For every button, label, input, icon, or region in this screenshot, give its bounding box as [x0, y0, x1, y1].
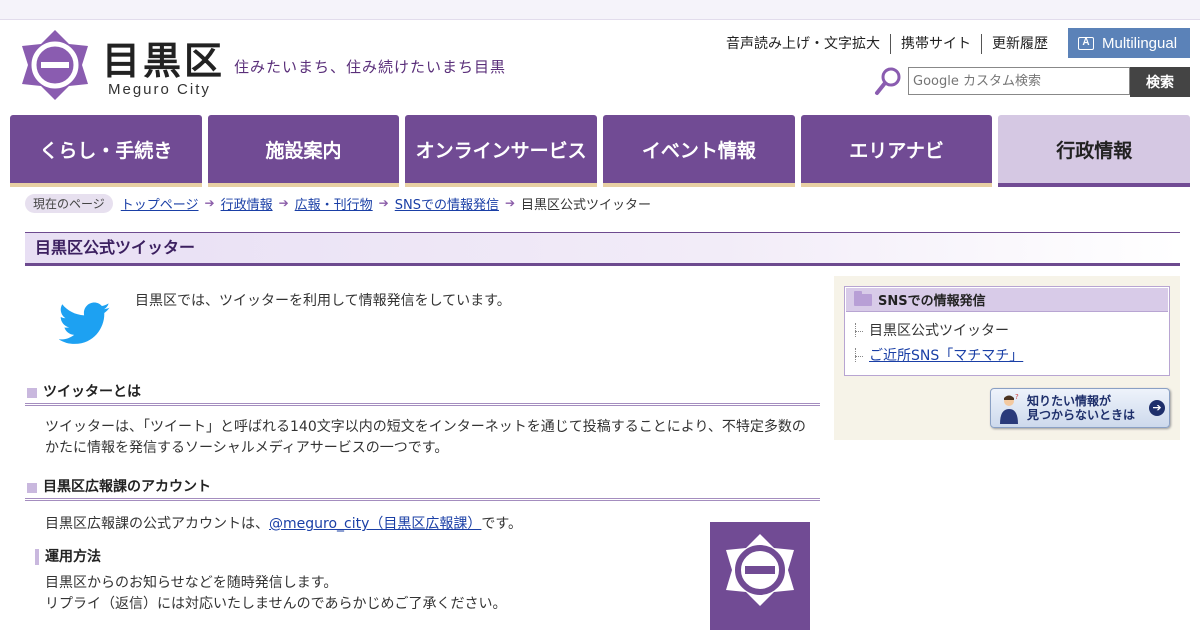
logo-text[interactable]: 目黒区: [102, 40, 225, 82]
search-button[interactable]: 検索: [1130, 67, 1190, 97]
main-content: 目黒区では、ツイッターを利用して情報発信をしています。 ツイッターとは ツイッタ…: [25, 276, 820, 630]
arrow-right-icon: ➔: [504, 196, 516, 210]
arrow-right-icon: ➔: [204, 196, 215, 210]
help-line: 見つからないときは: [1027, 408, 1136, 422]
nav-item-facilities[interactable]: 施設案内: [207, 115, 400, 187]
tagline: 住みたいまち、住み続けたいまち目黒: [234, 58, 507, 76]
breadcrumb-here-label: 現在のページ: [25, 193, 113, 213]
search-input[interactable]: [908, 67, 1130, 95]
help-button-text: 知りたい情報が 見つからないときは: [1027, 394, 1147, 422]
top-bar: [0, 0, 1200, 20]
util-link-mobile[interactable]: 携帯サイト: [890, 34, 981, 54]
nav-item-administration[interactable]: 行政情報: [998, 115, 1191, 187]
account-text-prefix: 目黒区広報課の公式アカウントは、: [45, 516, 269, 532]
global-nav: くらし・手続き 施設案内 オンラインサービス イベント情報 エリアナビ 行政情報: [10, 115, 1191, 187]
svg-text:?: ?: [1015, 393, 1019, 401]
nav-item-online-services[interactable]: オンラインサービス: [405, 115, 598, 187]
section-text-about-twitter: ツイッターは、「ツイート」と呼ばれる140文字以内の短文をインターネットを通じて…: [45, 417, 815, 459]
breadcrumb-link-sns[interactable]: SNSでの情報発信: [395, 194, 499, 213]
subheading-operation: 運用方法: [35, 549, 101, 565]
folder-icon: [854, 290, 872, 306]
sidebar-title: SNSでの情報発信: [878, 294, 986, 309]
sidebar-item-machimachi[interactable]: ご近所SNS「マチマチ」: [853, 344, 1169, 369]
twitter-account-link[interactable]: @meguro_city（目黒区広報課）: [269, 516, 481, 532]
twitter-bird-icon: [59, 302, 111, 344]
nav-item-area-navi[interactable]: エリアナビ: [800, 115, 993, 187]
sidebar-heading: SNSでの情報発信: [846, 288, 1168, 312]
breadcrumb: 現在のページ トップページ ➔ 行政情報 ➔ 広報・刊行物 ➔ SNSでの情報発…: [25, 193, 651, 213]
multilingual-label: Multilingual: [1102, 34, 1178, 52]
help-line: 知りたい情報が: [1027, 394, 1112, 408]
sidebar-menu-box: SNSでの情報発信 目黒区公式ツイッター ご近所SNS「マチマチ」: [844, 286, 1170, 376]
paragraph-line: ツイッターは、「ツイート」と呼ばれる140文字以内の短文をインターネットを通じて…: [45, 419, 806, 435]
translate-icon: A: [1078, 36, 1094, 50]
logo-subtext: Meguro City: [108, 81, 211, 98]
breadcrumb-current: 目黒区公式ツイッター: [521, 197, 652, 213]
breadcrumb-link-top[interactable]: トップページ: [121, 194, 199, 213]
section-heading-account: 目黒区広報課のアカウント: [25, 473, 820, 501]
section-heading-about-twitter: ツイッターとは: [25, 378, 820, 406]
nav-item-living[interactable]: くらし・手続き: [10, 115, 202, 187]
paragraph-line: 目黒区からのお知らせなどを随時発信します。: [45, 575, 338, 591]
utility-links: 音声読み上げ・文字拡大 携帯サイト 更新履歴: [716, 34, 1058, 54]
person-question-icon: ?: [1000, 393, 1019, 424]
site-header: 目黒区 Meguro City 住みたいまち、住み続けたいまち目黒 音声読み上げ…: [0, 20, 1200, 112]
nav-item-events[interactable]: イベント情報: [603, 115, 795, 187]
breadcrumb-link-admin[interactable]: 行政情報: [221, 194, 273, 213]
help-find-info-button[interactable]: ? 知りたい情報が 見つからないときは ➔: [990, 388, 1170, 428]
multilingual-button[interactable]: A Multilingual: [1068, 28, 1190, 58]
paragraph-line: かたに情報を発信するソーシャルメディアサービスの一つです。: [45, 440, 449, 456]
paragraph-line: リプライ（返信）には対応いたしませんのであらかじめご了承ください。: [45, 596, 507, 612]
account-text-suffix: です。: [481, 516, 522, 532]
sidebar-item-twitter: 目黒区公式ツイッター: [853, 319, 1169, 344]
arrow-circle-right-icon: ➔: [1149, 400, 1165, 416]
arrow-right-icon: ➔: [278, 196, 289, 210]
sidebar-list: 目黒区公式ツイッター ご近所SNS「マチマチ」: [845, 313, 1169, 369]
arrow-right-icon: ➔: [378, 196, 389, 210]
operation-text: 目黒区からのお知らせなどを随時発信します。 リプライ（返信）には対応いたしません…: [45, 573, 815, 615]
meguro-emblem-image: [710, 522, 810, 630]
section-text-account: 目黒区広報課の公式アカウントは、@meguro_city（目黒区広報課）です。: [45, 514, 815, 535]
search-icon: [875, 67, 901, 95]
page-title: 目黒区公式ツイッター: [25, 232, 1180, 266]
meguro-emblem-icon[interactable]: [20, 28, 90, 102]
intro-text: 目黒区では、ツイッターを利用して情報発信をしています。: [135, 293, 511, 309]
util-link-history[interactable]: 更新履歴: [981, 34, 1058, 54]
util-link-accessibility[interactable]: 音声読み上げ・文字拡大: [716, 34, 890, 54]
sidebar: SNSでの情報発信 目黒区公式ツイッター ご近所SNS「マチマチ」 ? 知りたい…: [834, 276, 1180, 440]
breadcrumb-link-publications[interactable]: 広報・刊行物: [295, 194, 373, 213]
